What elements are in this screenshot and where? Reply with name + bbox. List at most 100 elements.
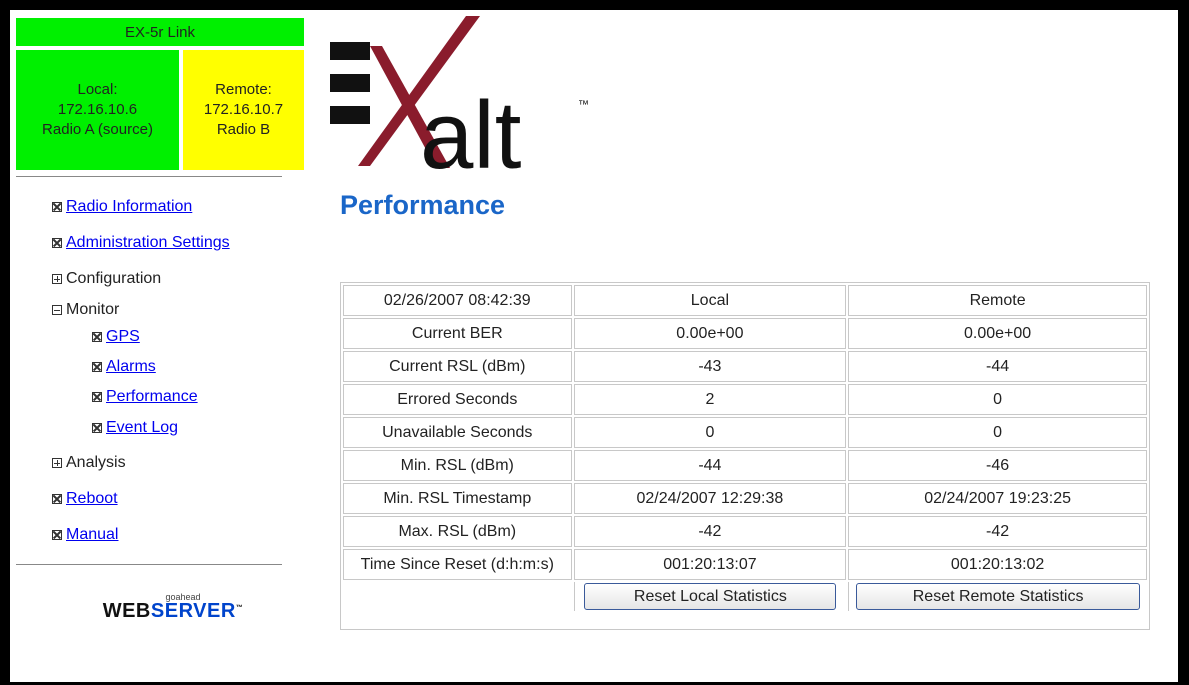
remote-ip: 172.16.10.7 [203,101,284,118]
nav-item-event-log[interactable]: Event Log [92,418,178,438]
row-label: Unavailable Seconds [343,417,572,448]
table-row: Unavailable Seconds 0 0 [343,417,1147,448]
row-label: Min. RSL (dBm) [343,450,572,481]
link-status-box: EX-5r Link Local: 172.16.10.6 Radio A (s… [16,18,304,172]
remote-value: 0.00e+00 [848,318,1147,349]
collapsed-box-icon [52,494,62,504]
collapsed-box-icon [52,238,62,248]
performance-table: 02/26/2007 08:42:39 Local Remote Current… [341,283,1149,613]
reset-local-cell: Reset Local Statistics [573,582,847,611]
nav-item-manual[interactable]: Manual [52,525,118,545]
collapsed-box-icon [92,392,102,402]
server-text: SERVER [150,600,236,622]
remote-value: -42 [848,516,1147,547]
monitor-label[interactable]: Monitor [66,301,119,319]
administration-settings-link[interactable]: Administration Settings [66,234,230,252]
local-value: 02/24/2007 12:29:38 [573,483,847,514]
collapsed-box-icon [92,332,102,342]
logo-bar-top [330,42,370,60]
local-radio-panel: Local: 172.16.10.6 Radio A (source) [16,50,179,170]
gps-link[interactable]: GPS [106,328,140,346]
table-button-row: Reset Local Statistics Reset Remote Stat… [343,582,1147,611]
local-value: 0.00e+00 [573,318,847,349]
remote-value: 001:20:13:02 [848,549,1147,580]
remote-value: 0 [848,417,1147,448]
table-row: Current BER 0.00e+00 0.00e+00 [343,318,1147,349]
remote-value: 02/24/2007 19:23:25 [848,483,1147,514]
performance-link[interactable]: Performance [106,388,198,406]
local-radio-name: Radio A (source) [42,121,153,138]
expand-icon[interactable] [52,458,62,468]
empty-cell [343,582,572,611]
expand-icon[interactable] [52,274,62,284]
collapsed-box-icon [92,362,102,372]
logo-alt-text: alt [420,82,521,176]
table-row: Time Since Reset (d:h:m:s) 001:20:13:07 … [343,549,1147,580]
goahead-webserver-logo: goahead WEBSERVER™ [88,592,258,623]
nav-item-performance[interactable]: Performance [92,387,198,407]
nav-item-configuration[interactable]: Configuration [52,269,161,289]
local-value: -43 [573,351,847,382]
manual-link[interactable]: Manual [66,526,118,544]
header-remote: Remote [848,285,1147,316]
collapsed-box-icon [52,202,62,212]
table-row: Min. RSL Timestamp 02/24/2007 12:29:38 0… [343,483,1147,514]
nav-divider-top [16,176,282,177]
configuration-label[interactable]: Configuration [66,270,161,288]
table-row: Errored Seconds 2 0 [343,384,1147,415]
nav-item-analysis[interactable]: Analysis [52,453,126,473]
reboot-link[interactable]: Reboot [66,490,118,508]
nav-item-radio-information[interactable]: Radio Information [52,197,192,217]
trademark-mark: ™ [235,604,244,612]
nav-item-reboot[interactable]: Reboot [52,489,118,509]
alarms-link[interactable]: Alarms [106,358,156,376]
nav-divider-bottom [16,564,282,565]
reset-remote-statistics-button[interactable]: Reset Remote Statistics [856,583,1141,610]
remote-radio-panel: Remote: 172.16.10.7 Radio B [183,50,304,170]
header-timestamp: 02/26/2007 08:42:39 [343,285,572,316]
collapsed-box-icon [92,423,102,433]
remote-radio-name: Radio B [216,121,271,138]
row-label: Current RSL (dBm) [343,351,572,382]
row-label: Current BER [343,318,572,349]
logo-bar-bottom [330,106,370,124]
nav-item-gps[interactable]: GPS [92,327,140,347]
row-label: Max. RSL (dBm) [343,516,572,547]
web-text: WEB [102,600,151,622]
event-log-link[interactable]: Event Log [106,419,178,437]
row-label: Min. RSL Timestamp [343,483,572,514]
nav-item-alarms[interactable]: Alarms [92,357,156,377]
nav-item-administration-settings[interactable]: Administration Settings [52,233,230,253]
exalt-logo: alt ™ [330,16,600,189]
local-value: 001:20:13:07 [573,549,847,580]
remote-value: 0 [848,384,1147,415]
local-value: 0 [573,417,847,448]
reset-local-statistics-button[interactable]: Reset Local Statistics [584,583,837,610]
header-local: Local [573,285,847,316]
collapse-icon[interactable] [52,305,62,315]
logo-trademark: ™ [578,99,589,111]
local-value: -42 [573,516,847,547]
analysis-label[interactable]: Analysis [66,454,126,472]
table-row: Min. RSL (dBm) -44 -46 [343,450,1147,481]
local-value: -44 [573,450,847,481]
local-label: Local: [77,81,118,98]
local-ip: 172.16.10.6 [57,101,138,118]
radio-information-link[interactable]: Radio Information [66,198,192,216]
collapsed-box-icon [52,530,62,540]
row-label: Time Since Reset (d:h:m:s) [343,549,572,580]
webserver-text: WEBSERVER™ [88,600,258,623]
link-title: EX-5r Link [16,18,304,46]
table-row: Current RSL (dBm) -43 -44 [343,351,1147,382]
page-title: Performance [340,190,506,220]
row-label: Errored Seconds [343,384,572,415]
remote-value: -44 [848,351,1147,382]
table-row: Max. RSL (dBm) -42 -42 [343,516,1147,547]
table-header-row: 02/26/2007 08:42:39 Local Remote [343,285,1147,316]
local-value: 2 [573,384,847,415]
nav-item-monitor[interactable]: Monitor [52,300,119,320]
logo-bar-middle [330,74,370,92]
remote-label: Remote: [215,81,272,98]
exalt-logo-graphic: alt ™ [330,16,589,189]
browser-frame: EX-5r Link Local: 172.16.10.6 Radio A (s… [10,10,1178,682]
